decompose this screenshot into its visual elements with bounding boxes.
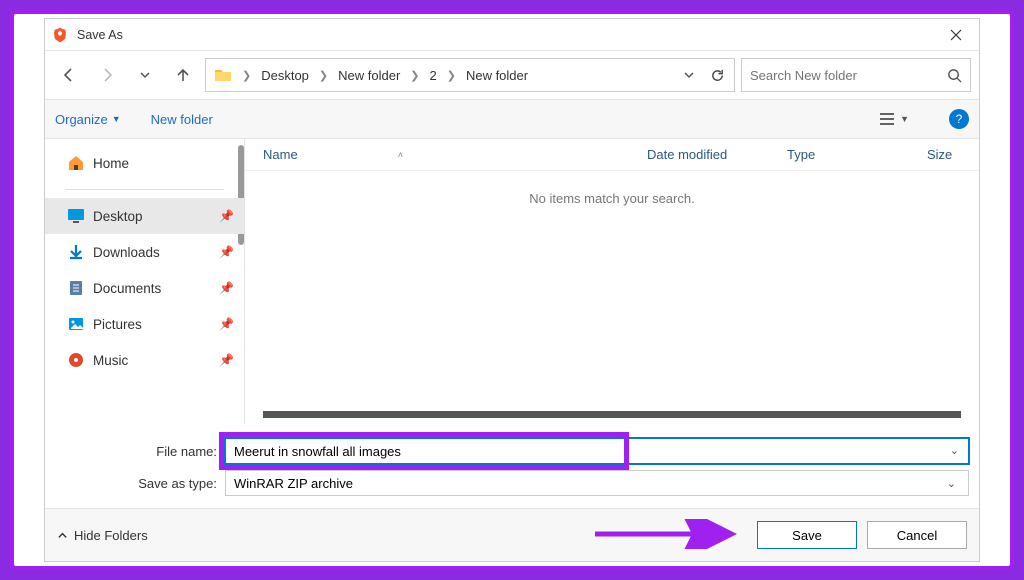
column-size[interactable]: Size [909, 139, 979, 170]
savetype-combo[interactable]: WinRAR ZIP archive ⌄ [225, 470, 969, 496]
sidebar-item-label: Desktop [93, 209, 143, 224]
recent-dropdown[interactable] [129, 59, 161, 91]
pin-icon: 📌 [219, 317, 234, 331]
column-date[interactable]: Date modified [629, 139, 769, 170]
horizontal-scrollbar[interactable] [263, 411, 961, 418]
empty-message: No items match your search. [245, 171, 979, 226]
savetype-label: Save as type: [55, 476, 225, 491]
sidebar-item-documents[interactable]: Documents 📌 [45, 270, 244, 306]
footer: Hide Folders Save Cancel [45, 508, 979, 561]
titlebar: Save As [45, 19, 979, 51]
pin-icon: 📌 [219, 245, 234, 259]
chevron-right-icon: ❯ [238, 69, 255, 82]
back-button[interactable] [53, 59, 85, 91]
chevron-right-icon: ❯ [315, 69, 332, 82]
filename-rows: File name: ⌄ Save as type: WinRAR ZIP ar… [45, 424, 979, 508]
organize-menu[interactable]: Organize ▼ [55, 112, 121, 127]
crumb-newfolder1[interactable]: New folder [334, 66, 404, 85]
pin-icon: 📌 [219, 281, 234, 295]
filename-dropdown[interactable]: ⌄ [950, 444, 963, 457]
file-list-area: Name˄ Date modified Type Size No items m… [245, 139, 979, 424]
sidebar-item-label: Music [93, 353, 128, 368]
column-type[interactable]: Type [769, 139, 909, 170]
refresh-button[interactable] [704, 62, 730, 88]
sidebar-item-label: Documents [93, 281, 161, 296]
breadcrumb[interactable]: ❯ Desktop ❯ New folder ❯ 2 ❯ New folder [205, 58, 735, 92]
close-button[interactable] [933, 19, 979, 51]
forward-button[interactable] [91, 59, 123, 91]
crumb-2[interactable]: 2 [426, 66, 441, 85]
filename-input[interactable] [225, 438, 969, 464]
save-button[interactable]: Save [757, 521, 857, 549]
search-icon [947, 68, 962, 83]
sidebar-item-desktop[interactable]: Desktop 📌 [45, 198, 244, 234]
filename-label: File name: [55, 444, 225, 459]
folder-icon [214, 67, 232, 83]
brave-icon [51, 26, 69, 44]
pin-icon: 📌 [219, 209, 234, 223]
crumb-newfolder2[interactable]: New folder [462, 66, 532, 85]
column-name[interactable]: Name˄ [245, 139, 629, 170]
view-options[interactable]: ▼ [878, 112, 909, 126]
up-button[interactable] [167, 59, 199, 91]
savetype-value: WinRAR ZIP archive [234, 476, 353, 491]
main-area: Home Desktop 📌 Downloads 📌 Documents 📌 P… [45, 139, 979, 424]
sidebar-item-home[interactable]: Home [45, 145, 244, 181]
search-input[interactable] [750, 68, 947, 83]
new-folder-button[interactable]: New folder [151, 112, 213, 127]
toolbar: Organize ▼ New folder ▼ ? [45, 99, 979, 139]
nav-row: ❯ Desktop ❯ New folder ❯ 2 ❯ New folder [45, 51, 979, 99]
sidebar-item-label: Downloads [93, 245, 160, 260]
crumb-desktop[interactable]: Desktop [257, 66, 313, 85]
sidebar: Home Desktop 📌 Downloads 📌 Documents 📌 P… [45, 139, 245, 424]
cancel-button[interactable]: Cancel [867, 521, 967, 549]
sidebar-item-label: Pictures [93, 317, 142, 332]
search-box[interactable] [741, 58, 971, 92]
annotation-arrow [595, 519, 745, 549]
hide-folders-toggle[interactable]: Hide Folders [57, 528, 148, 543]
chevron-right-icon: ❯ [443, 69, 460, 82]
chevron-right-icon: ❯ [406, 69, 423, 82]
breadcrumb-dropdown[interactable] [676, 62, 702, 88]
help-button[interactable]: ? [949, 109, 969, 129]
column-headers: Name˄ Date modified Type Size [245, 139, 979, 171]
save-as-dialog: Save As ❯ Desktop ❯ New folder ❯ 2 ❯ New… [44, 18, 980, 562]
sidebar-item-music[interactable]: Music 📌 [45, 342, 244, 378]
chevron-down-icon: ⌄ [947, 477, 960, 490]
sidebar-item-downloads[interactable]: Downloads 📌 [45, 234, 244, 270]
dialog-title: Save As [77, 28, 933, 42]
pin-icon: 📌 [219, 353, 234, 367]
sidebar-item-pictures[interactable]: Pictures 📌 [45, 306, 244, 342]
sidebar-item-label: Home [93, 156, 129, 171]
